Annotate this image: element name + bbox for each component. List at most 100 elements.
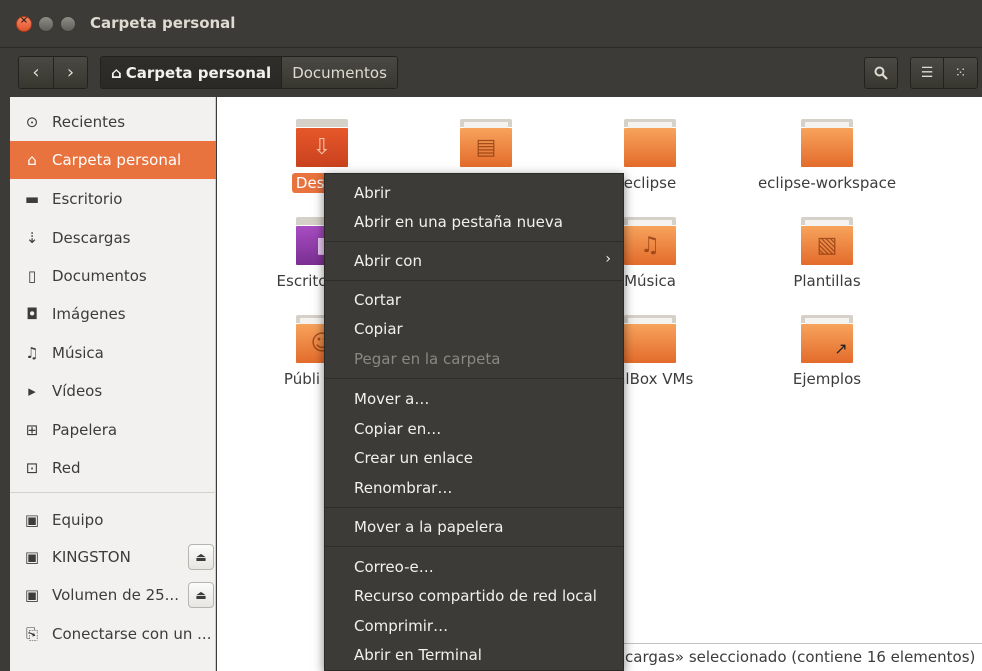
sidebar-item-documentos[interactable]: ▯ Documentos xyxy=(10,257,216,295)
server-icon: ⎘ xyxy=(25,625,38,643)
folder-icon: ▤ xyxy=(460,119,512,167)
sidebar-item-label: Música xyxy=(52,344,104,362)
link-folder-icon: ↗ xyxy=(801,315,853,363)
sidebar-item-imagenes[interactable]: ◘ Imágenes xyxy=(10,295,216,333)
sidebar-item-label: Documentos xyxy=(52,267,147,285)
sidebar-item-conectarse[interactable]: ⎘ Conectarse con un ... xyxy=(10,615,216,653)
status-bar: cargas» seleccionado (contiene 16 elemen… xyxy=(600,643,982,671)
file-item-plantillas[interactable]: ▧ Plantillas xyxy=(742,217,912,291)
sidebar-item-label: Carpeta personal xyxy=(52,151,182,169)
sidebar-item-carpeta-personal[interactable]: ⌂ Carpeta personal xyxy=(10,141,216,179)
menu-separator xyxy=(325,507,623,508)
download-icon: ⇣ xyxy=(25,229,39,247)
menu-item-correo[interactable]: Correo-e… xyxy=(325,552,623,582)
close-window-button[interactable]: × xyxy=(16,15,32,32)
file-label: eclipse xyxy=(623,174,677,192)
drive-icon: ▣ xyxy=(24,548,40,566)
document-icon: ▯ xyxy=(27,267,37,285)
breadcrumb: ⌂ Carpeta personal Documentos xyxy=(100,56,398,89)
minimize-window-button[interactable] xyxy=(38,16,54,32)
templates-folder-icon: ▧ xyxy=(801,217,853,265)
maximize-window-button[interactable] xyxy=(60,16,76,32)
breadcrumb-documentos[interactable]: Documentos xyxy=(281,57,397,88)
menu-item-abrir-con[interactable]: Abrir con › xyxy=(325,246,623,276)
sidebar-item-descargas[interactable]: ⇣ Descargas xyxy=(10,219,216,257)
sidebar-item-equipo[interactable]: ▣ Equipo xyxy=(10,501,216,539)
menu-item-abrir-terminal[interactable]: Abrir en Terminal xyxy=(325,640,623,670)
sidebar-item-musica[interactable]: ♫ Música xyxy=(10,334,216,372)
network-icon: ⊡ xyxy=(25,459,39,477)
list-view-button[interactable]: ☰ xyxy=(910,57,944,89)
eject-button[interactable]: ⏏ xyxy=(188,582,214,608)
file-item-eclipse-workspace[interactable]: eclipse-workspace xyxy=(742,119,912,193)
folder-icon xyxy=(624,315,676,363)
forward-button[interactable]: › xyxy=(53,57,87,88)
chevron-left-icon: ‹ xyxy=(32,62,40,83)
breadcrumb-home-label: Carpeta personal xyxy=(125,63,272,82)
search-button[interactable] xyxy=(864,57,898,89)
breadcrumb-documentos-label: Documentos xyxy=(292,63,387,82)
menu-item-mover-a[interactable]: Mover a… xyxy=(325,384,623,414)
file-label: Ejemplos xyxy=(792,370,862,388)
sidebar-item-kingston[interactable]: ▣ KINGSTON xyxy=(10,538,216,576)
back-button[interactable]: ‹ xyxy=(19,57,53,88)
sidebar-item-label: Papelera xyxy=(52,421,118,439)
sidebar-divider xyxy=(10,492,216,493)
sidebar-item-label: Vídeos xyxy=(52,382,103,400)
home-icon: ⌂ xyxy=(111,63,122,82)
menu-separator xyxy=(325,546,623,547)
sidebar-item-videos[interactable]: ▸ Vídeos xyxy=(10,372,216,410)
chevron-right-icon: › xyxy=(605,251,611,267)
home-icon: ⌂ xyxy=(27,151,37,169)
drive-icon: ▣ xyxy=(24,586,40,604)
chevron-right-icon: › xyxy=(66,62,75,83)
menu-item-renombrar[interactable]: Renombrar… xyxy=(325,473,623,503)
sidebar-item-label: KINGSTON xyxy=(52,548,131,566)
drive-icon: ▣ xyxy=(24,511,40,529)
clock-icon: ⊙ xyxy=(25,113,39,131)
sidebar-item-label: Conectarse con un ... xyxy=(52,625,212,643)
menu-item-cortar[interactable]: Cortar xyxy=(325,285,623,315)
sidebar-item-label: Imágenes xyxy=(52,305,126,323)
sidebar-item-papelera[interactable]: ⊞ Papelera xyxy=(10,411,216,449)
video-icon: ▸ xyxy=(28,382,36,400)
file-item-ejemplos[interactable]: ↗ Ejemplos xyxy=(742,315,912,389)
menu-item-recurso-compartido[interactable]: Recurso compartido de red local xyxy=(325,581,623,611)
menu-separator xyxy=(325,241,623,242)
grid-view-button[interactable]: ⁙ xyxy=(943,57,978,89)
folder-icon: ▬ xyxy=(24,190,40,208)
list-view-icon: ☰ xyxy=(920,65,934,81)
camera-icon: ◘ xyxy=(26,305,38,323)
file-item-documents[interactable]: ▤ xyxy=(401,119,571,167)
sidebar-item-escritorio[interactable]: ▬ Escritorio xyxy=(10,180,216,218)
file-label: Escrito xyxy=(276,272,328,290)
menu-item-comprimir[interactable]: Comprimir… xyxy=(325,611,623,641)
menu-separator xyxy=(325,280,623,281)
menu-item-abrir[interactable]: Abrir xyxy=(325,178,623,208)
menu-item-abrir-pestana[interactable]: Abrir en una pestaña nueva xyxy=(325,207,623,237)
search-icon xyxy=(874,66,888,80)
title-bar: × Carpeta personal xyxy=(0,0,982,48)
eject-button[interactable]: ⏏ xyxy=(188,544,214,570)
breadcrumb-home[interactable]: ⌂ Carpeta personal xyxy=(101,57,282,88)
grid-view-icon: ⁙ xyxy=(954,65,967,81)
folder-icon xyxy=(801,119,853,167)
context-menu: Abrir Abrir en una pestaña nueva Abrir c… xyxy=(324,173,624,671)
music-folder-icon: ♫ xyxy=(624,217,676,265)
sidebar-item-recientes[interactable]: ⊙ Recientes xyxy=(10,103,216,141)
menu-item-crear-enlace[interactable]: Crear un enlace xyxy=(325,443,623,473)
sidebar-item-label: Descargas xyxy=(52,229,131,247)
toolbar: ‹ › ⌂ Carpeta personal Documentos ☰ ⁙ xyxy=(0,49,982,97)
menu-item-copiar-en[interactable]: Copiar en… xyxy=(325,414,623,444)
menu-item-copiar[interactable]: Copiar xyxy=(325,314,623,344)
sidebar-item-volumen[interactable]: ▣ Volumen de 25... xyxy=(10,576,216,614)
folder-icon: ⇩ xyxy=(296,119,348,167)
menu-item-pegar: Pegar en la carpeta xyxy=(354,350,501,368)
sidebar-item-label: Red xyxy=(52,459,81,477)
folder-icon xyxy=(624,119,676,167)
sidebar-item-label: Equipo xyxy=(52,511,104,529)
sidebar: ⊙ Recientes ⌂ Carpeta personal ▬ Escrito… xyxy=(10,97,216,671)
menu-item-mover-papelera[interactable]: Mover a la papelera xyxy=(325,512,623,542)
sidebar-item-label: Volumen de 25... xyxy=(52,586,179,604)
sidebar-item-red[interactable]: ⊡ Red xyxy=(10,449,216,487)
